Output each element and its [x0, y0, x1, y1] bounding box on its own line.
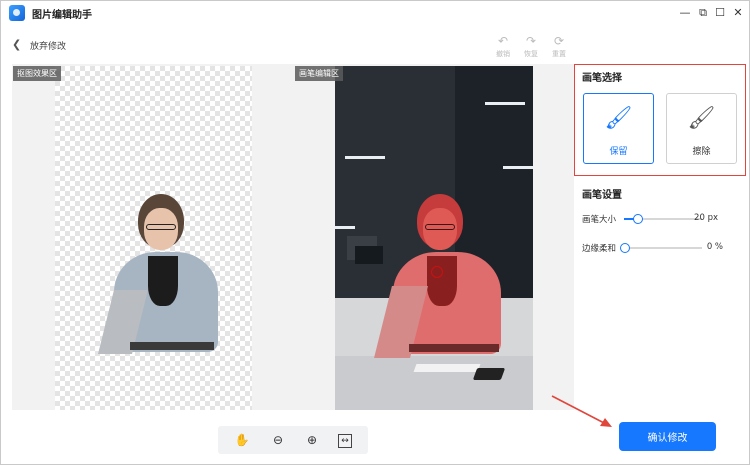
brush-settings-title: 画笔设置: [582, 190, 622, 201]
brush-add-icon: 🖌: [604, 106, 633, 131]
brush-erase-label: 擦除: [692, 147, 711, 157]
cutout-subject: [98, 194, 230, 362]
zoom-toolbar: ✋ ⊖ ⊕ ↔: [218, 426, 368, 454]
undo-label: 撤销: [496, 50, 510, 58]
edge-softness-value: 0 %: [706, 242, 723, 252]
discard-changes-label: 放弃修改: [30, 42, 67, 52]
brush-area-tag: 画笔编辑区: [295, 66, 343, 81]
brush-keep-label: 保留: [609, 147, 628, 157]
brush-size-label: 画笔大小: [582, 215, 617, 225]
cutout-preview: [55, 66, 252, 410]
app-title: 图片编辑助手: [32, 10, 92, 21]
edge-softness-label: 边缘柔和: [582, 244, 617, 254]
zoom-out-icon[interactable]: ⊖: [270, 432, 286, 448]
maximize-icon[interactable]: ☐: [713, 6, 727, 20]
fit-screen-icon[interactable]: ↔: [338, 434, 352, 448]
reset-label: 重置: [552, 50, 566, 58]
brush-select-title: 画笔选择: [582, 73, 622, 84]
masked-subject: [374, 194, 519, 362]
close-icon[interactable]: ✕: [731, 6, 745, 20]
zoom-in-icon[interactable]: ⊕: [304, 432, 320, 448]
brush-erase-icon: 🖌: [687, 106, 716, 131]
confirm-changes-button[interactable]: 确认修改: [619, 422, 716, 451]
brush-cursor: [431, 266, 443, 278]
undo-icon: ↶: [497, 34, 509, 48]
title-bar: 图片编辑助手 — ⧉ ☐ ✕: [0, 0, 750, 28]
hand-icon[interactable]: ✋: [234, 432, 250, 448]
brush-edit-canvas[interactable]: [335, 66, 533, 410]
redo-button[interactable]: ↷ 恢复: [516, 34, 546, 59]
undo-button[interactable]: ↶ 撤销: [488, 34, 518, 59]
cutout-area-tag: 抠图效果区: [13, 66, 61, 81]
brush-keep-option[interactable]: 🖌 保留: [583, 93, 654, 164]
restore-icon[interactable]: ⧉: [696, 6, 710, 20]
reset-button[interactable]: ⟳ 重置: [544, 34, 574, 59]
redo-icon: ↷: [525, 34, 537, 48]
edge-softness-slider[interactable]: [620, 243, 702, 253]
brush-size-handle[interactable]: [633, 214, 643, 224]
back-arrow-icon: ❮: [12, 38, 22, 51]
edge-softness-handle[interactable]: [620, 243, 630, 253]
minimize-icon[interactable]: —: [678, 6, 692, 20]
brush-size-value: 20 px: [694, 213, 718, 223]
redo-label: 恢复: [524, 50, 538, 58]
app-logo-icon: [9, 5, 25, 21]
reset-icon: ⟳: [553, 34, 565, 48]
brush-erase-option[interactable]: 🖌 擦除: [666, 93, 737, 164]
